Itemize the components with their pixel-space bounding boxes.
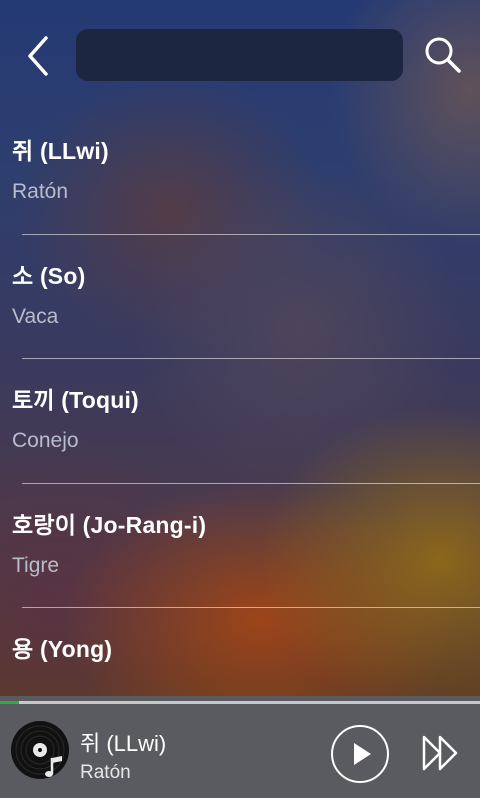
- play-button[interactable]: [330, 724, 390, 784]
- chevron-left-icon: [28, 36, 48, 76]
- fast-forward-button[interactable]: [420, 732, 462, 774]
- list-item[interactable]: 토끼 (Toqui) Conejo: [0, 359, 480, 484]
- item-title: 용 (Yong): [12, 636, 113, 662]
- now-playing-artwork: [10, 720, 72, 782]
- item-title: 쥐 (LLwi): [12, 138, 109, 164]
- item-subtitle: Tigre: [12, 553, 60, 577]
- search-input[interactable]: [76, 29, 403, 81]
- now-playing-title: 쥐 (LLwi): [80, 731, 167, 756]
- progress-fill: [0, 701, 20, 704]
- top-bar: [0, 0, 480, 110]
- list-item[interactable]: 소 (So) Vaca: [0, 235, 480, 359]
- search-button[interactable]: [422, 34, 464, 76]
- item-title: 호랑이 (Jo-Rang-i): [12, 511, 207, 538]
- item-title: 소 (So): [12, 262, 86, 289]
- item-title: 토끼 (Toqui): [12, 387, 139, 413]
- now-playing-bar: 쥐 (LLwi) Ratón: [0, 696, 480, 798]
- now-playing-subtitle: Ratón: [80, 762, 131, 783]
- item-subtitle: Conejo: [12, 429, 79, 452]
- list-item[interactable]: 호랑이 (Jo-Rang-i) Tigre: [0, 484, 480, 608]
- back-button[interactable]: [22, 34, 56, 78]
- item-subtitle: Vaca: [12, 304, 59, 328]
- fast-forward-icon: [422, 735, 458, 771]
- list-item[interactable]: 쥐 (LLwi) Ratón: [0, 110, 480, 235]
- progress-bar[interactable]: [0, 701, 480, 704]
- search-icon: [425, 37, 461, 73]
- animal-list: 쥐 (LLwi) Ratón 소 (So) Vaca 토끼 (Toqui) Co…: [0, 110, 480, 733]
- play-icon: [331, 725, 389, 783]
- item-subtitle: Ratón: [12, 180, 69, 203]
- vinyl-record-icon: [11, 721, 69, 779]
